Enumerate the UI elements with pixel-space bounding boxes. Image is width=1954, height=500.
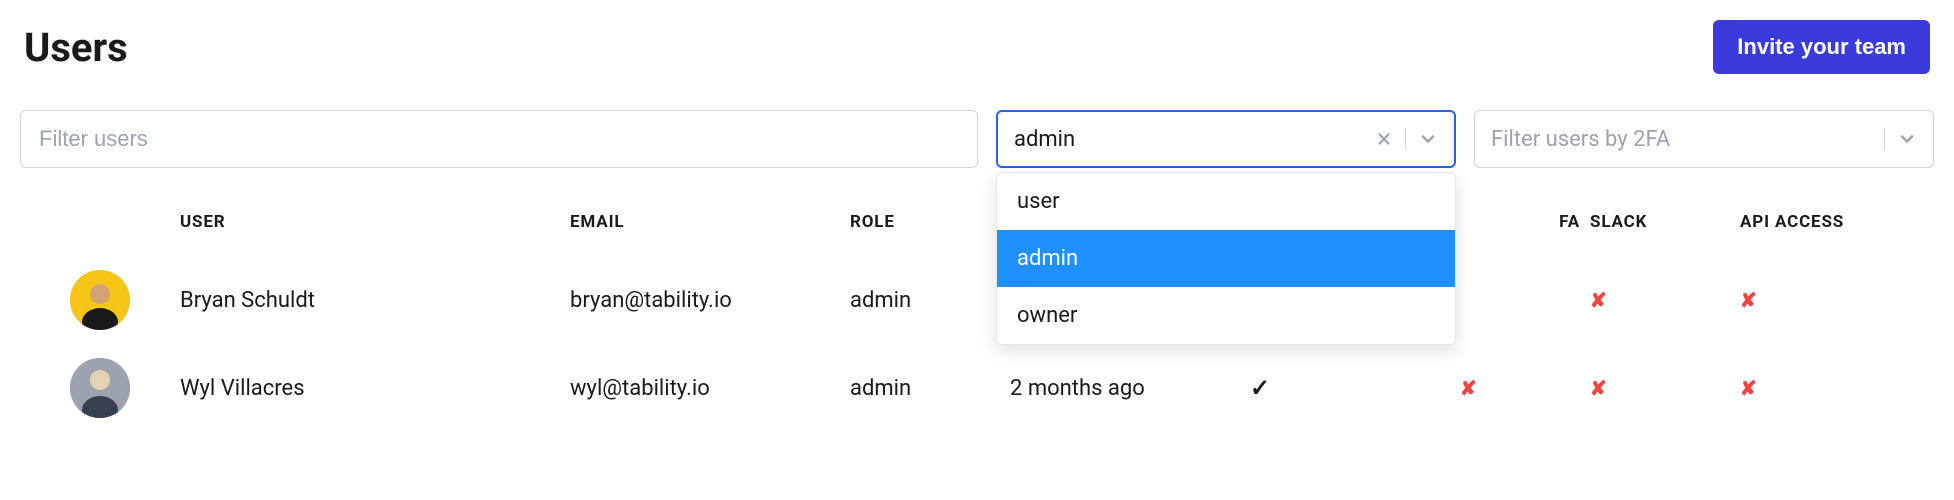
- col-role: ROLE: [850, 212, 1010, 232]
- users-table: USER EMAIL ROLE JO FA SLACK API ACCESS B…: [20, 212, 1934, 432]
- cell-slack: ✘: [1590, 288, 1740, 312]
- cell-email: wyl@tability.io: [570, 376, 850, 401]
- cell-joined: 2 months ago: [1010, 376, 1250, 401]
- dropdown-option-user[interactable]: user: [997, 173, 1455, 230]
- page-title: Users: [24, 24, 128, 71]
- cell-role: admin: [850, 288, 1010, 313]
- cell-verified: ✓: [1250, 374, 1460, 402]
- table-row: Bryan Schuldt bryan@tability.io admin 2 …: [20, 256, 1934, 344]
- chevron-down-icon[interactable]: [1897, 129, 1917, 149]
- table-header-row: USER EMAIL ROLE JO FA SLACK API ACCESS: [20, 212, 1934, 256]
- cell-api: ✘: [1740, 288, 1890, 312]
- twofa-filter-select[interactable]: Filter users by 2FA: [1474, 110, 1934, 168]
- col-slack: SLACK: [1590, 212, 1740, 232]
- divider: [1405, 128, 1406, 150]
- avatar: [70, 358, 130, 418]
- chevron-down-icon[interactable]: [1418, 129, 1438, 149]
- cell-slack: ✘: [1590, 376, 1740, 400]
- cell-api: ✘: [1740, 376, 1890, 400]
- col-twofa: FA: [1460, 212, 1590, 232]
- dropdown-option-owner[interactable]: owner: [997, 287, 1455, 344]
- cell-name: Wyl Villacres: [180, 376, 570, 401]
- role-dropdown-menu: user admin owner: [996, 172, 1456, 345]
- invite-team-button[interactable]: Invite your team: [1713, 20, 1930, 74]
- col-user: USER: [180, 212, 570, 232]
- dropdown-option-admin[interactable]: admin: [997, 230, 1455, 287]
- twofa-select-placeholder: Filter users by 2FA: [1491, 127, 1884, 152]
- cell-role: admin: [850, 376, 1010, 401]
- divider: [1884, 128, 1885, 150]
- col-email: EMAIL: [570, 212, 850, 232]
- avatar: [70, 270, 130, 330]
- table-row: Wyl Villacres wyl@tability.io admin 2 mo…: [20, 344, 1934, 432]
- col-api: API ACCESS: [1740, 212, 1890, 232]
- cell-email: bryan@tability.io: [570, 288, 850, 313]
- filter-users-input[interactable]: [20, 110, 978, 168]
- role-filter-select[interactable]: admin user admin owner: [996, 110, 1456, 168]
- cell-twofa: ✘: [1460, 376, 1590, 400]
- cell-name: Bryan Schuldt: [180, 288, 570, 313]
- role-select-value: admin: [1014, 127, 1375, 152]
- clear-icon[interactable]: [1375, 130, 1393, 148]
